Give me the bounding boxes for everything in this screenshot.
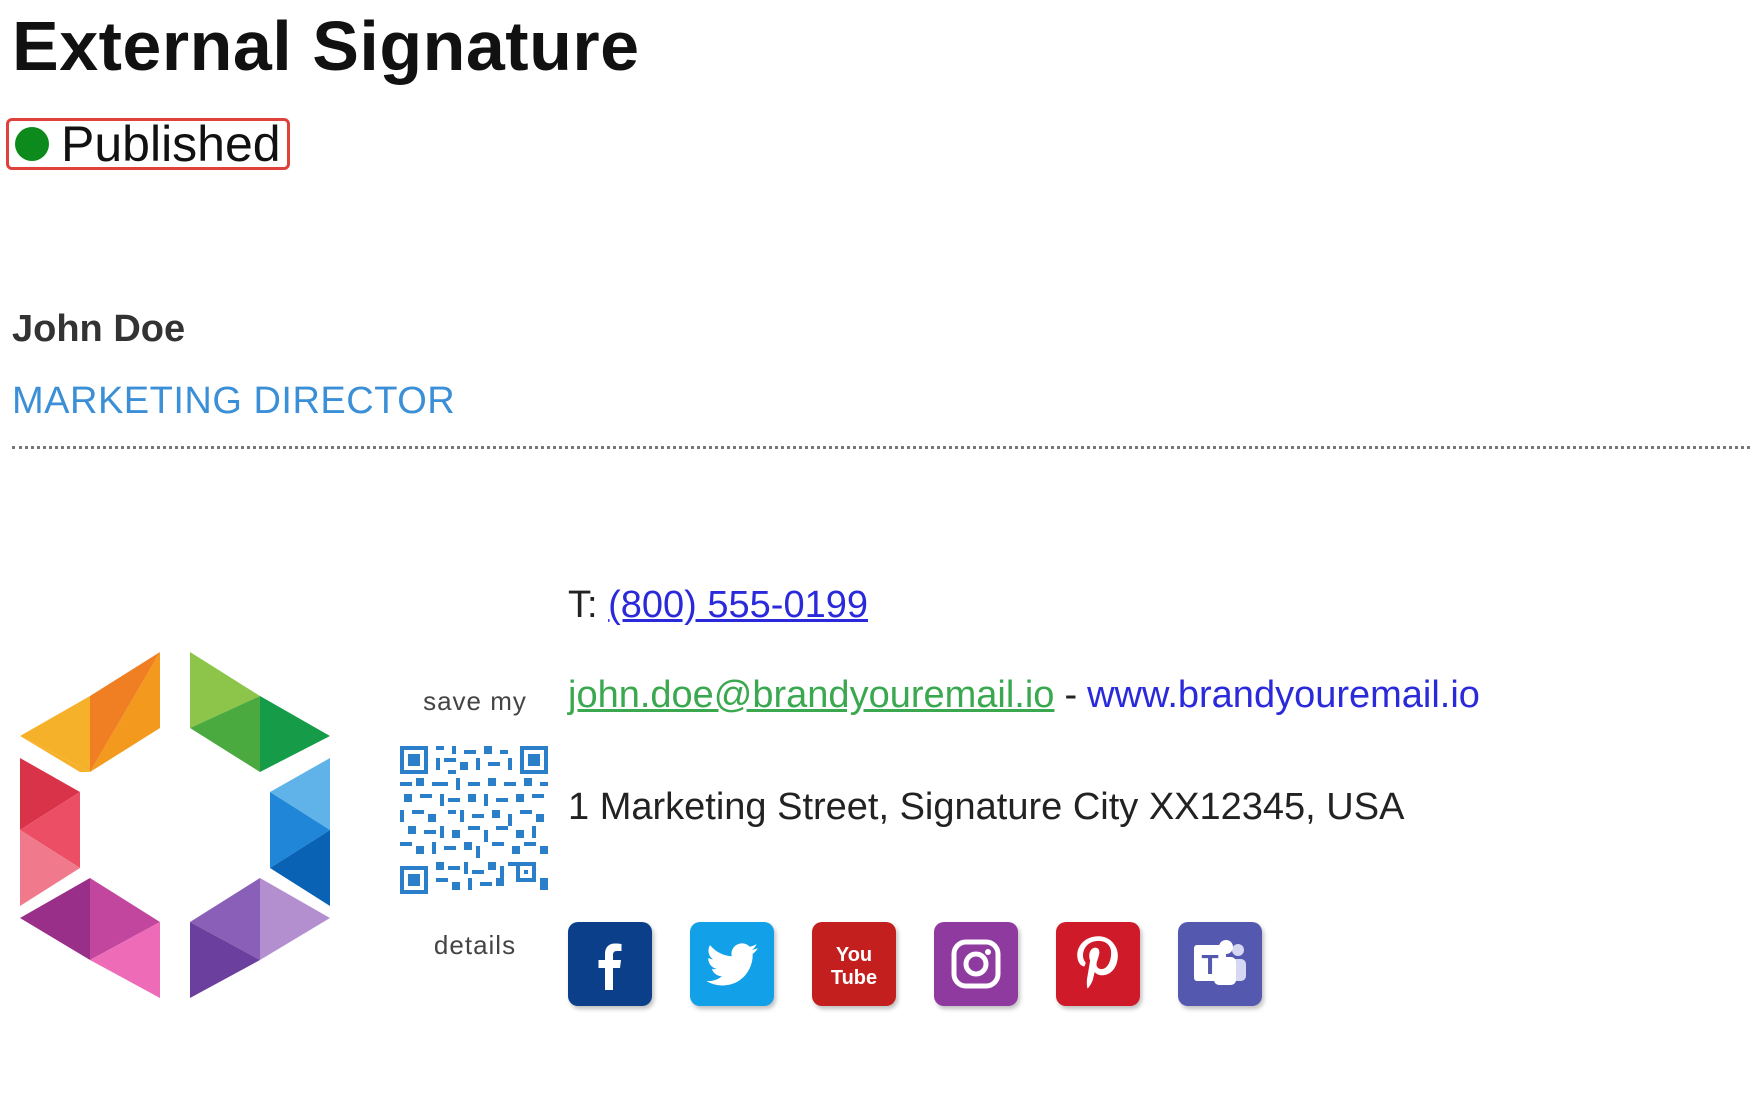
youtube-icon[interactable]: You Tube bbox=[812, 922, 896, 1006]
qr-caption-bottom: details bbox=[433, 930, 517, 960]
status-dot-icon bbox=[15, 127, 49, 161]
facebook-icon[interactable] bbox=[568, 922, 652, 1006]
signature-name: John Doe bbox=[12, 308, 186, 350]
status-badge[interactable]: Published bbox=[6, 118, 290, 170]
teams-icon[interactable]: T bbox=[1178, 922, 1262, 1006]
page-title: External Signature bbox=[12, 7, 640, 85]
signature-divider bbox=[12, 446, 1750, 449]
pinterest-icon[interactable] bbox=[1056, 922, 1140, 1006]
signature-job-title: MARKETING DIRECTOR bbox=[12, 380, 456, 422]
twitter-icon[interactable] bbox=[690, 922, 774, 1006]
social-icons-row: You Tube T bbox=[568, 922, 1262, 1006]
contact-phone-row: T: (800) 555-0199 bbox=[568, 584, 868, 627]
brand-logo-icon bbox=[20, 652, 330, 998]
phone-link[interactable]: (800) 555-0199 bbox=[608, 584, 868, 626]
qr-caption-top: save my bbox=[423, 686, 527, 716]
contact-email-row: john.doe@brandyouremail.io - www.brandyour… bbox=[568, 674, 1480, 717]
contact-address: 1 Marketing Street, Signature City XX123… bbox=[568, 786, 1405, 828]
instagram-icon[interactable] bbox=[934, 922, 1018, 1006]
website-link[interactable]: www.brandyouremail.io bbox=[1087, 674, 1480, 716]
phone-prefix: T: bbox=[568, 584, 598, 626]
email-link[interactable]: john.doe@brandyouremail.io bbox=[568, 674, 1054, 716]
youtube-text-top: You bbox=[836, 944, 872, 966]
qr-code-icon[interactable] bbox=[400, 746, 548, 894]
youtube-text-bottom: Tube bbox=[831, 967, 877, 989]
contact-separator: - bbox=[1064, 674, 1078, 716]
teams-letter: T bbox=[1201, 949, 1218, 980]
status-label: Published bbox=[61, 116, 281, 172]
